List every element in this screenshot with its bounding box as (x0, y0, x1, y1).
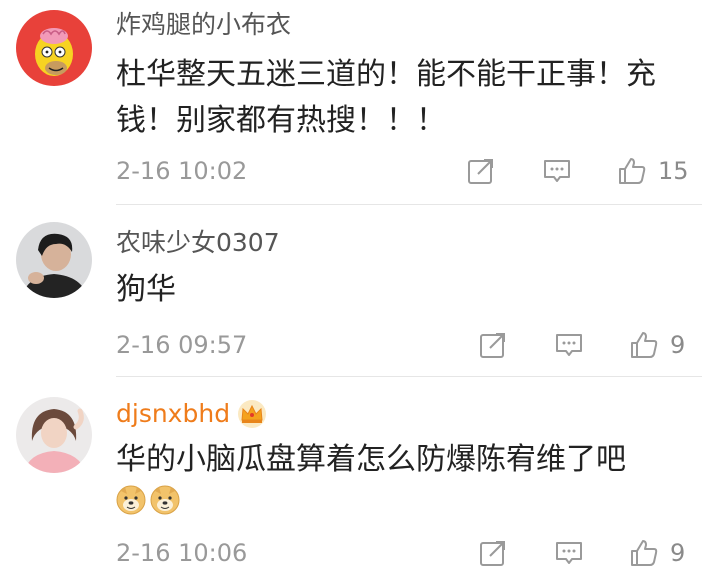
avatar[interactable] (16, 10, 92, 86)
comment-icon (556, 542, 582, 564)
comment-text: 狗华 (116, 272, 176, 307)
person-avatar-icon (16, 397, 92, 473)
comment-item: 农味少女0307 狗华 2-16 09:57 9 (0, 205, 702, 377)
like-button[interactable]: 9 (628, 327, 685, 363)
repost-icon (480, 541, 505, 566)
comment-meta: 2-16 10:02 15 (116, 153, 702, 189)
avatar[interactable] (16, 397, 92, 473)
comment-icon (556, 334, 582, 356)
comment-meta: 2-16 09:57 9 (116, 327, 702, 363)
comment-text: 华的小脑瓜盘算着怎么防爆陈宥维了吧 (116, 442, 626, 477)
reply-button[interactable] (541, 153, 573, 189)
repost-icon (468, 159, 493, 184)
username[interactable]: 农味少女0307 (116, 228, 280, 258)
thumbs-up-icon (619, 158, 646, 184)
thumbs-up-icon (631, 540, 658, 566)
timestamp: 2-16 09:57 (116, 331, 248, 359)
thumbs-up-icon (631, 332, 658, 358)
reply-button[interactable] (553, 535, 585, 571)
comment-feed: 炸鸡腿的小布衣 杜华整天五迷三道的！能不能干正事！充钱！别家都有热搜！！！ 2-… (0, 0, 702, 578)
comment-icon (544, 160, 570, 182)
repost-button[interactable] (465, 153, 497, 189)
like-count: 15 (658, 157, 689, 185)
cartoon-avatar-icon (16, 10, 92, 86)
repost-button[interactable] (477, 327, 509, 363)
repost-icon (480, 333, 505, 358)
comment-item: djsnxbhd 华的小脑瓜盘算着怎么防爆陈宥维了吧 2-16 10:06 9 (0, 377, 702, 578)
like-button[interactable]: 9 (628, 535, 685, 571)
person-avatar-icon (16, 222, 92, 298)
comment-meta: 2-16 10:06 9 (116, 535, 702, 571)
reply-button[interactable] (553, 327, 585, 363)
timestamp: 2-16 10:02 (116, 157, 248, 185)
crown-icon (238, 400, 267, 428)
avatar[interactable] (16, 222, 92, 298)
username[interactable]: djsnxbhd (116, 399, 268, 429)
like-count: 9 (670, 539, 686, 567)
timestamp: 2-16 10:06 (116, 539, 248, 567)
username-label[interactable]: 炸鸡腿的小布衣 (116, 10, 291, 40)
like-count: 9 (670, 331, 686, 359)
doge-emoji-icon (150, 485, 180, 515)
username-label[interactable]: djsnxbhd (116, 399, 230, 429)
comment-item: 炸鸡腿的小布衣 杜华整天五迷三道的！能不能干正事！充钱！别家都有热搜！！！ 2-… (0, 0, 702, 205)
username-label[interactable]: 农味少女0307 (116, 228, 280, 258)
emoji-row (116, 485, 180, 515)
username[interactable]: 炸鸡腿的小布衣 (116, 10, 291, 40)
like-button[interactable]: 15 (616, 153, 689, 189)
repost-button[interactable] (477, 535, 509, 571)
doge-emoji-icon (116, 485, 146, 515)
comment-text: 杜华整天五迷三道的！能不能干正事！充钱！别家都有热搜！！！ (116, 57, 656, 138)
